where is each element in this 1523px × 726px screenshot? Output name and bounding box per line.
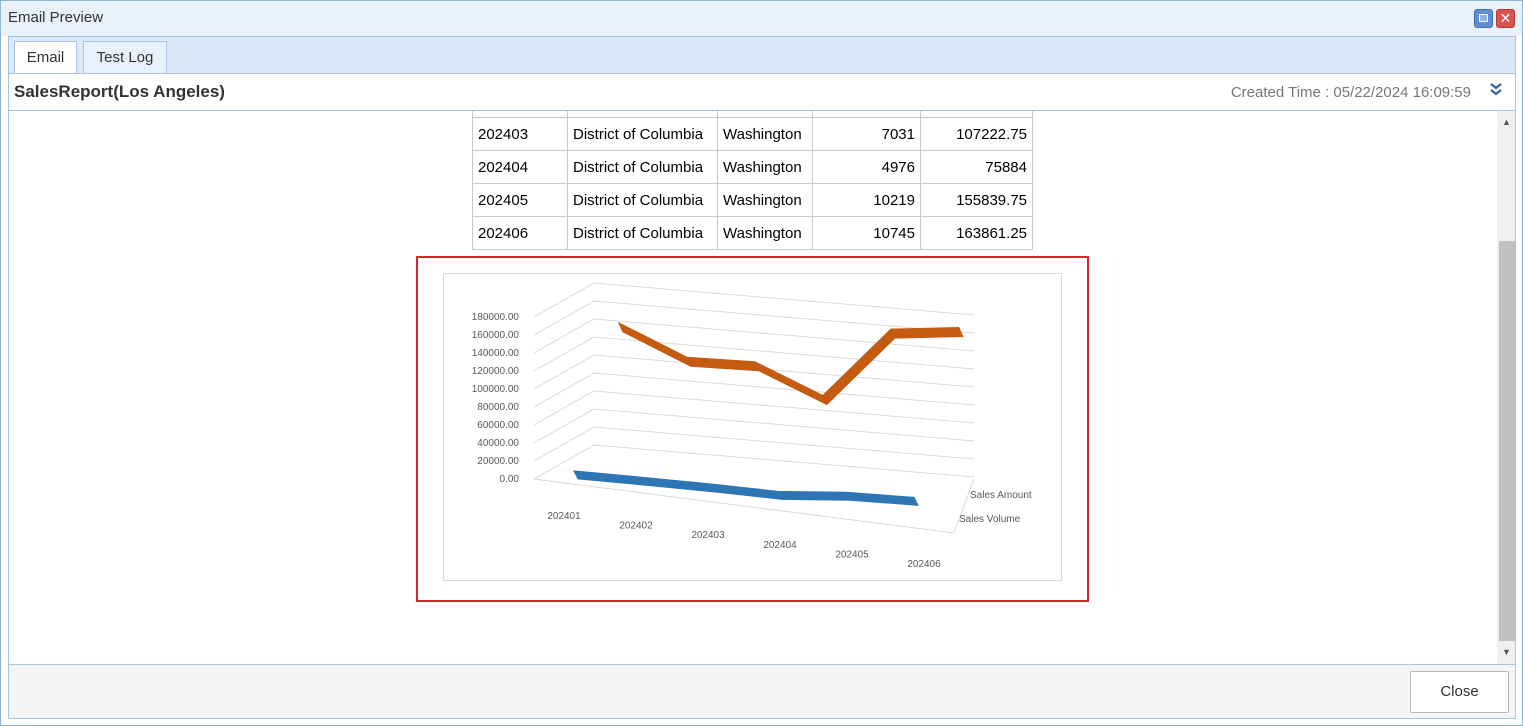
chart-canvas: 0.00 20000.00 40000.00 60000.00 80000.00 1000… [472, 282, 1032, 570]
close-icon[interactable]: ✕ [1496, 9, 1515, 28]
table-cell: 155839.75 [920, 183, 1033, 217]
sales-table: 202403 District of Columbia Washington 7… [472, 111, 1033, 250]
table-cell: Washington [717, 150, 813, 184]
table-cell: District of Columbia [567, 183, 718, 217]
scroll-down-icon[interactable]: ▼ [1497, 643, 1515, 661]
vertical-scrollbar[interactable]: ▲ ▼ [1497, 111, 1515, 664]
table-cell: 202404 [472, 150, 568, 184]
tab-strip: Email Test Log [8, 36, 1516, 75]
table-cell: 107222.75 [920, 117, 1033, 151]
table-cell: Washington [717, 216, 813, 250]
gridline [533, 282, 975, 318]
x-tick-label: 202402 [619, 521, 653, 532]
restore-icon[interactable] [1474, 9, 1493, 28]
table-cell: District of Columbia [567, 150, 718, 184]
x-tick-label: 202403 [691, 530, 725, 541]
close-button[interactable]: Close [1410, 671, 1509, 713]
created-time: Created Time : 05/22/2024 16:09:59 [1230, 84, 1471, 101]
table-cell: Washington [717, 117, 813, 151]
gridline [533, 390, 975, 426]
tab-test-log[interactable]: Test Log [83, 41, 167, 74]
email-body: 202403 District of Columbia Washington 7… [8, 111, 1516, 664]
y-tick-label: 0.00 [500, 474, 520, 485]
table-cell: 4976 [812, 150, 921, 184]
y-tick-label: 100000.00 [472, 384, 520, 395]
y-tick-label: 120000.00 [472, 366, 520, 377]
x-tick-label: 202404 [763, 540, 797, 551]
gridline [533, 354, 975, 390]
table-cell: 10745 [812, 216, 921, 250]
window-title: Email Preview [8, 9, 104, 26]
title-bar: Email Preview ✕ [1, 1, 1522, 36]
y-tick-label: 20000.00 [477, 456, 519, 467]
series-ribbon [573, 470, 919, 506]
y-tick-label: 80000.00 [477, 402, 519, 413]
y-tick-label: 160000.00 [472, 330, 520, 341]
table-row: 202404 District of Columbia Washington 4… [472, 150, 1033, 184]
table-cell: 7031 [812, 117, 921, 151]
table-cell: 202405 [472, 183, 568, 217]
gridline [533, 408, 975, 444]
table-cell: District of Columbia [567, 117, 718, 151]
report-header: SalesReport(Los Angeles) Created Time : … [8, 73, 1516, 111]
y-tick-label: 140000.00 [472, 348, 520, 359]
table-cell: District of Columbia [567, 216, 718, 250]
table-row: 202406 District of Columbia Washington 1… [472, 216, 1033, 250]
table-cell: 202403 [472, 117, 568, 151]
report-title: SalesReport(Los Angeles) [14, 82, 225, 101]
x-tick-label: 202405 [835, 549, 869, 560]
table-cell: 10219 [812, 183, 921, 217]
table-cell: 75884 [920, 150, 1033, 184]
gridline [533, 426, 975, 462]
gridline [533, 372, 975, 408]
y-tick-label: 60000.00 [477, 420, 519, 431]
scroll-thumb[interactable] [1499, 241, 1515, 641]
series-label: Sales Amount [970, 490, 1032, 501]
dialog-footer: Close [8, 664, 1516, 719]
table-cell: 163861.25 [920, 216, 1033, 250]
tab-email[interactable]: Email [14, 41, 77, 75]
double-chevron-down-icon[interactable] [1489, 82, 1503, 98]
y-tick-label: 40000.00 [477, 438, 519, 449]
sales-chart: 0.00 20000.00 40000.00 60000.00 80000.00 1000… [443, 273, 1062, 581]
y-tick-label: 180000.00 [472, 312, 520, 323]
table-cell: Washington [717, 183, 813, 217]
table-cell: 202406 [472, 216, 568, 250]
x-tick-label: 202401 [547, 511, 581, 522]
table-row: 202405 District of Columbia Washington 1… [472, 183, 1033, 217]
table-row: 202403 District of Columbia Washington 7… [472, 117, 1033, 151]
email-preview-window: Email Preview ✕ Email Test Log SalesRepo… [0, 0, 1523, 726]
series-label: Sales Volume [959, 514, 1021, 525]
scroll-up-icon[interactable]: ▲ [1497, 113, 1515, 131]
x-tick-label: 202406 [907, 559, 941, 570]
